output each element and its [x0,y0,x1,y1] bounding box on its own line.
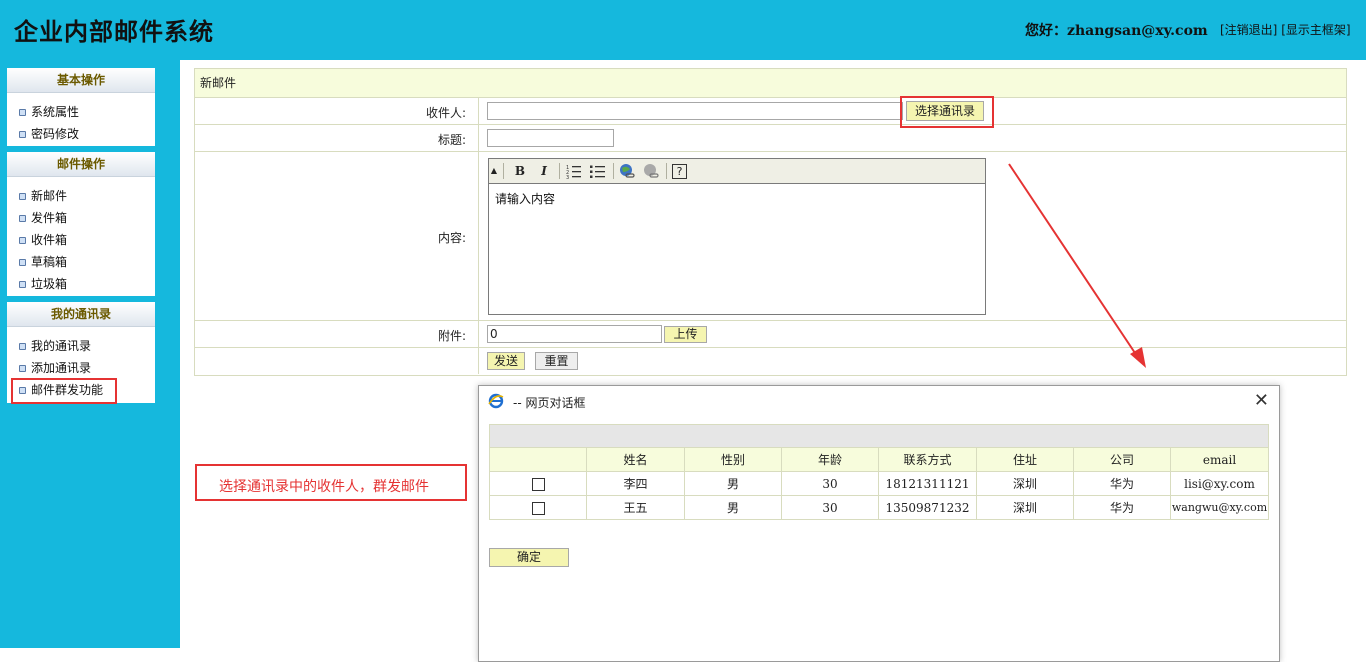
cell-address: 深圳 [976,471,1074,496]
close-icon[interactable]: ✕ [1254,390,1269,411]
cell-phone: 18121311121 [878,471,977,496]
column-header-phone: 联系方式 [878,447,977,472]
column-header-select [489,447,587,472]
cell-name: 李四 [586,471,685,496]
row-checkbox[interactable] [531,501,545,515]
cell-gender: 男 [684,495,782,520]
cell-name: 王五 [586,495,685,520]
table-toolbar [489,424,1269,448]
contacts-table: 姓名 性别 年龄 联系方式 住址 公司 email 李四 男 30 181213… [489,424,1269,520]
annotation-box: 选择通讯录中的收件人，群发邮件 [195,464,467,501]
column-header-company: 公司 [1073,447,1171,472]
column-header-name: 姓名 [586,447,685,472]
row-checkbox[interactable] [531,477,545,491]
column-header-email: email [1170,447,1269,472]
contacts-dialog: -- 网页对话框 ✕ 姓名 性别 年龄 联系方式 住址 公司 email 李四 … [478,385,1280,662]
annotation-text: 选择通讯录中的收件人，群发邮件 [219,479,429,495]
cell-email: lisi@xy.com [1170,471,1269,496]
table-row: 李四 男 30 18121311121 深圳 华为 lisi@xy.com [489,471,1269,496]
table-row: 王五 男 30 13509871232 深圳 华为 wangwu@xy.com [489,495,1269,520]
dialog-title: -- 网页对话框 [513,396,586,410]
cell-age: 30 [781,495,879,520]
cell-email: wangwu@xy.com [1170,495,1269,520]
column-header-address: 住址 [976,447,1074,472]
table-header-row: 姓名 性别 年龄 联系方式 住址 公司 email [489,447,1269,472]
confirm-button[interactable]: 确定 [489,548,569,567]
column-header-gender: 性别 [684,447,782,472]
cell-age: 30 [781,471,879,496]
cell-address: 深圳 [976,495,1074,520]
cell-company: 华为 [1073,471,1171,496]
cell-phone: 13509871232 [878,495,977,520]
cell-company: 华为 [1073,495,1171,520]
column-header-age: 年龄 [781,447,879,472]
cell-gender: 男 [684,471,782,496]
browser-icon [488,393,504,409]
